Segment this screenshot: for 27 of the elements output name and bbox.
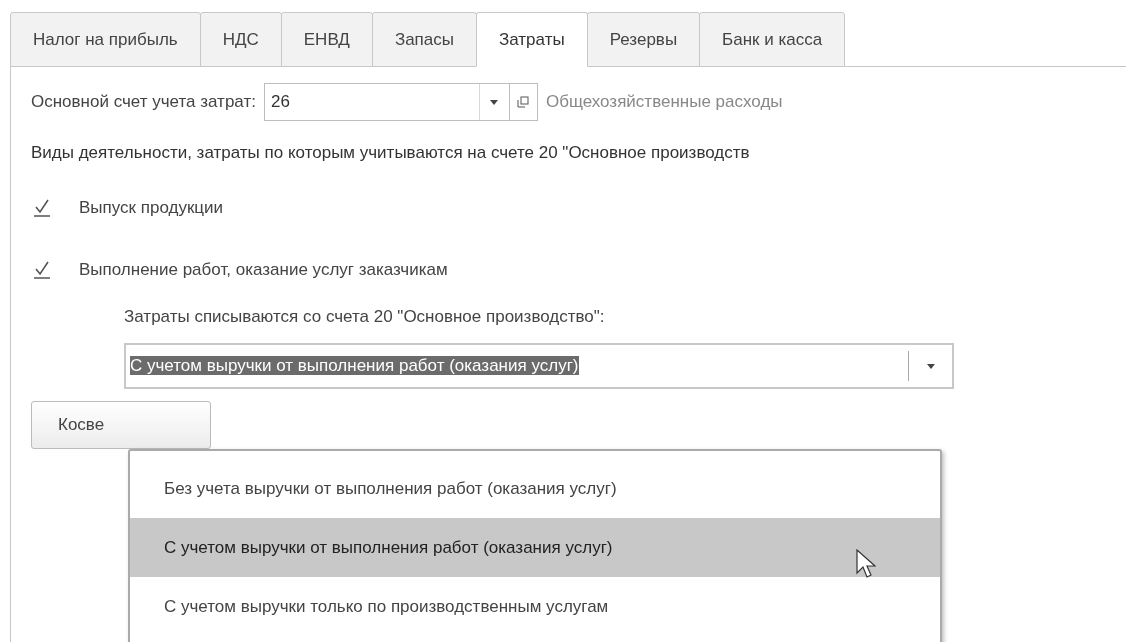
field-value: 26 [269,91,291,114]
tab[interactable]: Резервы [586,12,701,67]
tab[interactable]: ЕНВД [280,12,373,67]
writeoff-dropdown[interactable]: С учетом выручки от выполнения работ (оказания услуг) [124,343,954,389]
account-description: Общехозяйственные расходы [545,91,783,114]
dropdown-option[interactable]: С учетом выручки только по производственным услугам [130,577,940,636]
tab[interactable]: Затраты [476,12,588,67]
field-label: Основной счет учета затрат: [31,91,256,114]
tab[interactable]: Налог на прибыль [10,12,201,67]
caret-icon [926,363,935,369]
mouse-pointer-icon [856,549,876,579]
account-field[interactable]: 26 [263,83,510,121]
open-window-icon [517,96,530,108]
selected-text: С учетом выручки от выполнения работ (оказания услуг) [130,356,579,376]
tab[interactable]: НДС [199,12,282,67]
indirect-costs-button[interactable]: Косве [31,401,211,449]
checkmark-icon [32,259,52,280]
field-label: Затраты списываются со счета 20 "Основное производство": [124,305,606,328]
dropdown-option[interactable]: С учетом выручки от выполнения работ (оказания услуг) [130,518,940,577]
checkmark-icon [32,197,52,218]
checkbox-label: Выпуск продукции [79,196,224,219]
tab[interactable]: Банк и касса [699,12,846,67]
section-heading: Виды деятельности, затраты по которым учитываются на счете 20 "Основное производств [31,142,751,164]
caret-icon [490,99,499,105]
dropdown-option[interactable]: Без учета выручки от выполнения работ (оказания услуг) [130,459,940,518]
checkbox-label: Выполнение работ, оказание услуг заказчикам [79,258,448,281]
tab[interactable]: Запасы [371,12,477,67]
